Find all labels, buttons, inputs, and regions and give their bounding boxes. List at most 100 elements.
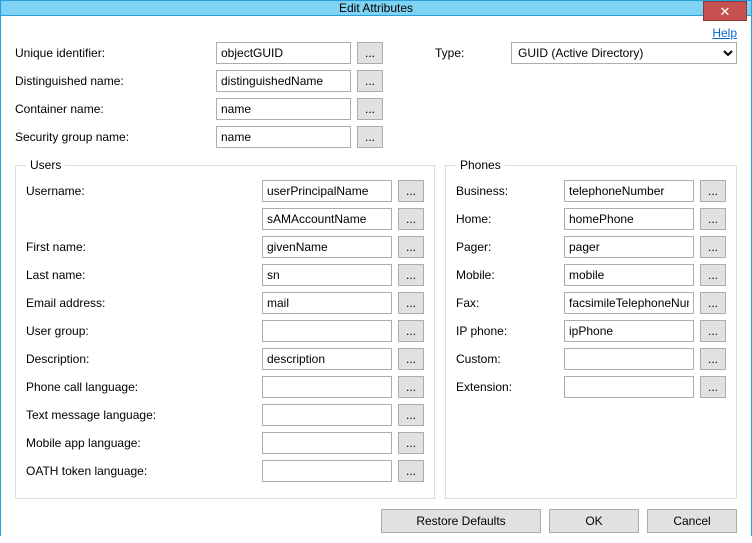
user-row-email: Email address: ... [26,292,424,314]
distinguished-name-label: Distinguished name: [15,74,210,88]
extension-input[interactable] [564,376,694,398]
user-row-phonelang: Phone call language: ... [26,376,424,398]
fax-browse-button[interactable]: ... [700,292,726,314]
extension-label: Extension: [456,380,558,394]
distinguished-name-input[interactable] [216,70,351,92]
username-input[interactable] [262,180,392,202]
client-area: Help Unique identifier: ... Type: GUID (… [1,16,751,543]
close-icon: ✕ [720,5,731,18]
lastname-browse-button[interactable]: ... [398,264,424,286]
phone-row-business: Business: ... [456,180,726,202]
phonelang-label: Phone call language: [26,380,256,394]
security-group-input[interactable] [216,126,351,148]
phone-row-fax: Fax: ... [456,292,726,314]
applang-input[interactable] [262,432,392,454]
business-input[interactable] [564,180,694,202]
cancel-button[interactable]: Cancel [647,509,737,533]
restore-defaults-button[interactable]: Restore Defaults [381,509,541,533]
unique-identifier-input[interactable] [216,42,351,64]
distinguished-name-browse-button[interactable]: ... [357,70,383,92]
fax-label: Fax: [456,296,558,310]
firstname-label: First name: [26,240,256,254]
email-label: Email address: [26,296,256,310]
oathlang-browse-button[interactable]: ... [398,460,424,482]
usergroup-browse-button[interactable]: ... [398,320,424,342]
type-select[interactable]: GUID (Active Directory) [511,42,737,64]
security-group-label: Security group name: [15,130,210,144]
window-title: Edit Attributes [1,1,751,15]
applang-browse-button[interactable]: ... [398,432,424,454]
firstname-input[interactable] [262,236,392,258]
business-browse-button[interactable]: ... [700,180,726,202]
mobile-browse-button[interactable]: ... [700,264,726,286]
user-row-description: Description: ... [26,348,424,370]
titlebar: Edit Attributes ✕ [1,1,751,16]
user-row-oathlang: OATH token language: ... [26,460,424,482]
phone-row-home: Home: ... [456,208,726,230]
phones-fieldset: Phones Business: ... Home: ... Pager: ..… [445,158,737,499]
phone-row-pager: Pager: ... [456,236,726,258]
ipphone-browse-button[interactable]: ... [700,320,726,342]
phonelang-input[interactable] [262,376,392,398]
window: Edit Attributes ✕ Help Unique identifier… [0,0,752,536]
lastname-label: Last name: [26,268,256,282]
username2-input[interactable] [262,208,392,230]
phones-legend: Phones [456,158,505,172]
button-bar: Restore Defaults OK Cancel [15,499,737,533]
container-name-input[interactable] [216,98,351,120]
applang-label: Mobile app language: [26,436,256,450]
oathlang-input[interactable] [262,460,392,482]
security-group-browse-button[interactable]: ... [357,126,383,148]
usergroup-input[interactable] [262,320,392,342]
username-browse-button[interactable]: ... [398,180,424,202]
description-label: Description: [26,352,256,366]
close-button[interactable]: ✕ [703,1,747,21]
fieldsets-row: Users Username: ... ... First name: ... [15,158,737,499]
phone-row-custom: Custom: ... [456,348,726,370]
phonelang-browse-button[interactable]: ... [398,376,424,398]
username-label: Username: [26,184,256,198]
users-fieldset: Users Username: ... ... First name: ... [15,158,435,499]
ipphone-label: IP phone: [456,324,558,338]
firstname-browse-button[interactable]: ... [398,236,424,258]
lastname-input[interactable] [262,264,392,286]
unique-identifier-label: Unique identifier: [15,46,210,60]
ok-button[interactable]: OK [549,509,639,533]
user-row-firstname: First name: ... [26,236,424,258]
help-row: Help [15,26,737,40]
user-row-textlang: Text message language: ... [26,404,424,426]
oathlang-label: OATH token language: [26,464,256,478]
email-input[interactable] [262,292,392,314]
custom-label: Custom: [456,352,558,366]
type-label: Type: [435,46,505,60]
textlang-input[interactable] [262,404,392,426]
usergroup-label: User group: [26,324,256,338]
ipphone-input[interactable] [564,320,694,342]
pager-label: Pager: [456,240,558,254]
custom-browse-button[interactable]: ... [700,348,726,370]
pager-browse-button[interactable]: ... [700,236,726,258]
username2-browse-button[interactable]: ... [398,208,424,230]
container-name-browse-button[interactable]: ... [357,98,383,120]
description-browse-button[interactable]: ... [398,348,424,370]
textlang-browse-button[interactable]: ... [398,404,424,426]
phone-row-extension: Extension: ... [456,376,726,398]
phone-row-ipphone: IP phone: ... [456,320,726,342]
unique-identifier-browse-button[interactable]: ... [357,42,383,64]
fax-input[interactable] [564,292,694,314]
home-browse-button[interactable]: ... [700,208,726,230]
textlang-label: Text message language: [26,408,256,422]
phone-row-mobile: Mobile: ... [456,264,726,286]
email-browse-button[interactable]: ... [398,292,424,314]
user-row-usergroup: User group: ... [26,320,424,342]
mobile-input[interactable] [564,264,694,286]
custom-input[interactable] [564,348,694,370]
extension-browse-button[interactable]: ... [700,376,726,398]
pager-input[interactable] [564,236,694,258]
container-name-label: Container name: [15,102,210,116]
description-input[interactable] [262,348,392,370]
help-link[interactable]: Help [712,26,737,40]
top-grid: Unique identifier: ... Type: GUID (Activ… [15,42,737,148]
home-input[interactable] [564,208,694,230]
user-row-username: Username: ... [26,180,424,202]
